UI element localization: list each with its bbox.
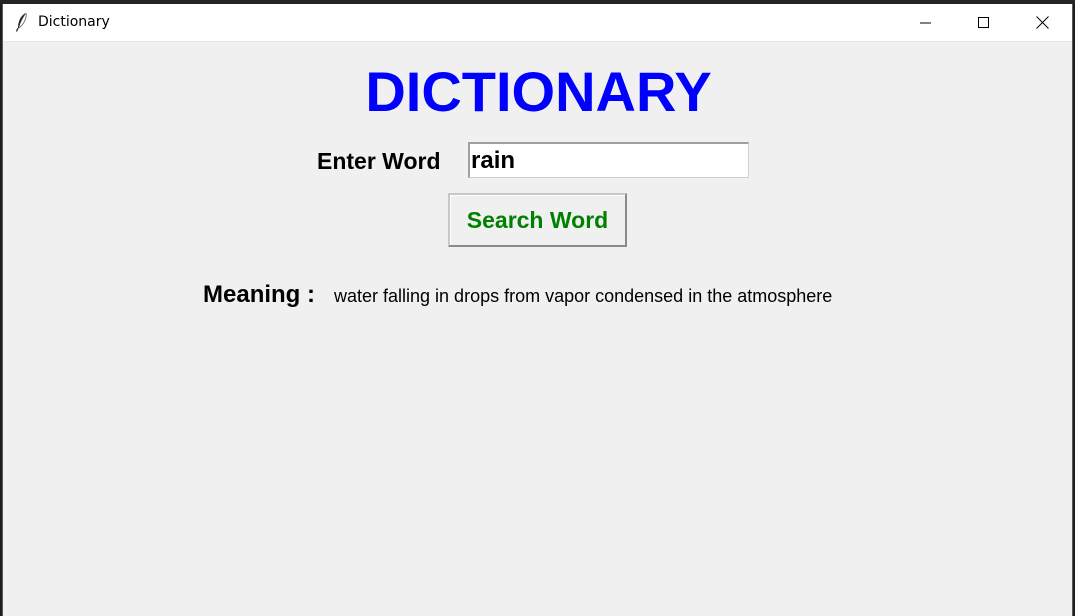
- maximize-button[interactable]: [955, 4, 1013, 41]
- minimize-button[interactable]: [897, 4, 955, 41]
- app-window: Dictionary DICTIONARY Enter Word Search …: [2, 4, 1073, 616]
- app-heading: DICTIONARY: [365, 60, 712, 123]
- feather-icon: [15, 12, 27, 32]
- enter-word-label: Enter Word: [317, 148, 441, 174]
- close-button[interactable]: [1013, 4, 1071, 41]
- maximize-icon: [978, 16, 989, 28]
- window-title: Dictionary: [38, 14, 110, 30]
- minimize-icon: [920, 22, 931, 23]
- title-bar[interactable]: Dictionary: [3, 4, 1072, 42]
- meaning-label: Meaning :: [203, 281, 315, 308]
- meaning-text: water falling in drops from vapor conden…: [334, 286, 833, 306]
- close-icon: [1035, 16, 1049, 29]
- word-input[interactable]: [468, 142, 749, 178]
- search-word-button[interactable]: Search Word: [448, 193, 627, 247]
